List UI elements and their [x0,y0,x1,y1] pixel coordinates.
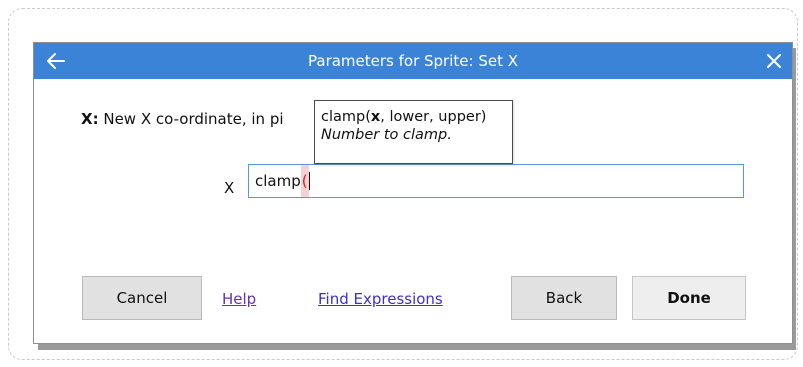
cancel-button[interactable]: Cancel [82,276,202,320]
expression-text: clamp [255,172,301,190]
find-expressions-link[interactable]: Find Expressions [318,290,443,308]
close-icon[interactable] [762,49,786,73]
parameter-description-text: New X co-ordinate, in pi [98,110,284,128]
parameter-name: X: [81,110,99,128]
done-button[interactable]: Done [632,276,746,320]
signature-suffix: , lower, upper) [380,109,487,125]
dialog-titlebar: Parameters for Sprite: Set X [34,43,792,79]
signature-current-param: x [370,109,381,125]
text-cursor [308,172,310,190]
help-link[interactable]: Help [222,290,256,308]
unmatched-paren: ( [300,165,309,197]
parameter-description: X: New X co-ordinate, in pi [81,110,284,128]
dialog-title: Parameters for Sprite: Set X [308,52,518,70]
expression-input[interactable]: clamp( [248,164,744,198]
parameters-dialog: Parameters for Sprite: Set X X: New X co… [33,42,793,344]
x-field-label: X [224,179,235,197]
tooltip-doc: Number to clamp. [321,127,452,143]
tooltip-signature: clamp(x, lower, upper) [321,109,512,125]
function-tooltip: clamp(x, lower, upper) Number to clamp. [314,100,513,164]
signature-prefix: clamp( [321,109,371,125]
back-button[interactable]: Back [511,276,617,320]
